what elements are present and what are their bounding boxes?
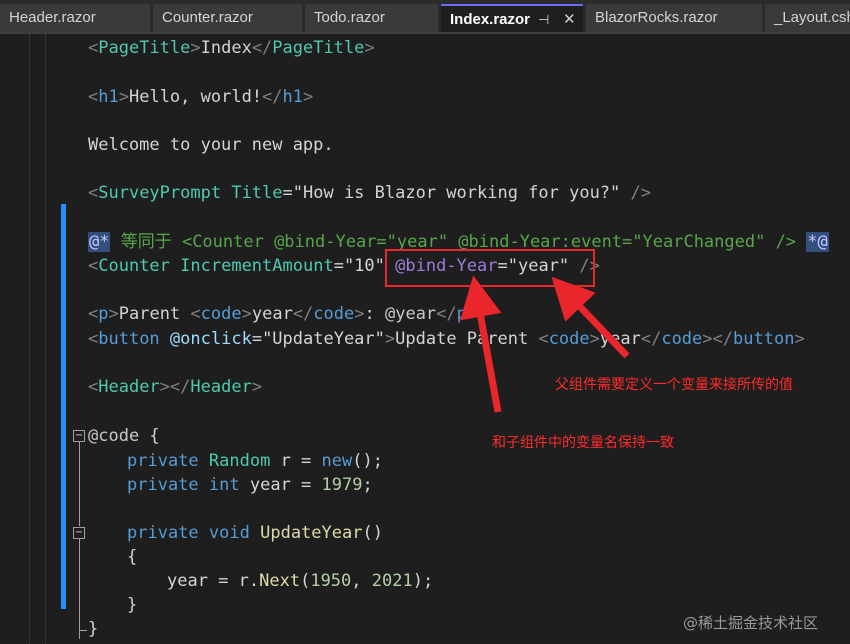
tab-counter-razor[interactable]: Counter.razor — [153, 4, 302, 32]
tab-label: Header.razor — [9, 9, 96, 26]
arrow-to-parent-variable — [551, 276, 630, 359]
arrow-to-child-binding — [460, 275, 502, 413]
annotation-parent-variable: 父组件需要定义一个变量来接所传的值 — [555, 377, 793, 393]
tab-layout-cshtml[interactable]: _Layout.csht — [765, 4, 850, 32]
tab-label: Counter.razor — [162, 9, 253, 26]
tab-label: Index.razor — [450, 11, 531, 28]
tab-label: Todo.razor — [314, 9, 385, 26]
annotation-same-name: 和子组件中的变量名保持一致 — [492, 435, 674, 451]
tab-todo-razor[interactable]: Todo.razor — [305, 4, 438, 32]
tab-blazorrocks-razor[interactable]: BlazorRocks.razor — [586, 4, 762, 32]
watermark: @稀土掘金技术社区 — [683, 614, 819, 632]
tab-label: BlazorRocks.razor — [595, 9, 718, 26]
close-icon[interactable]: ✕ — [563, 6, 576, 32]
annotation-arrows — [460, 275, 630, 413]
tab-index-razor[interactable]: Index.razor ⊣ ✕ — [441, 4, 583, 32]
editor-tab-bar: Header.razor Counter.razor Todo.razor In… — [0, 0, 850, 34]
tab-label: _Layout.csht — [774, 9, 850, 26]
pin-icon[interactable]: ⊣ — [538, 6, 549, 32]
code-editor[interactable]: <PageTitle>Index</PageTitle> <h1>Hello, … — [0, 34, 850, 644]
tab-header-razor[interactable]: Header.razor — [0, 4, 150, 32]
